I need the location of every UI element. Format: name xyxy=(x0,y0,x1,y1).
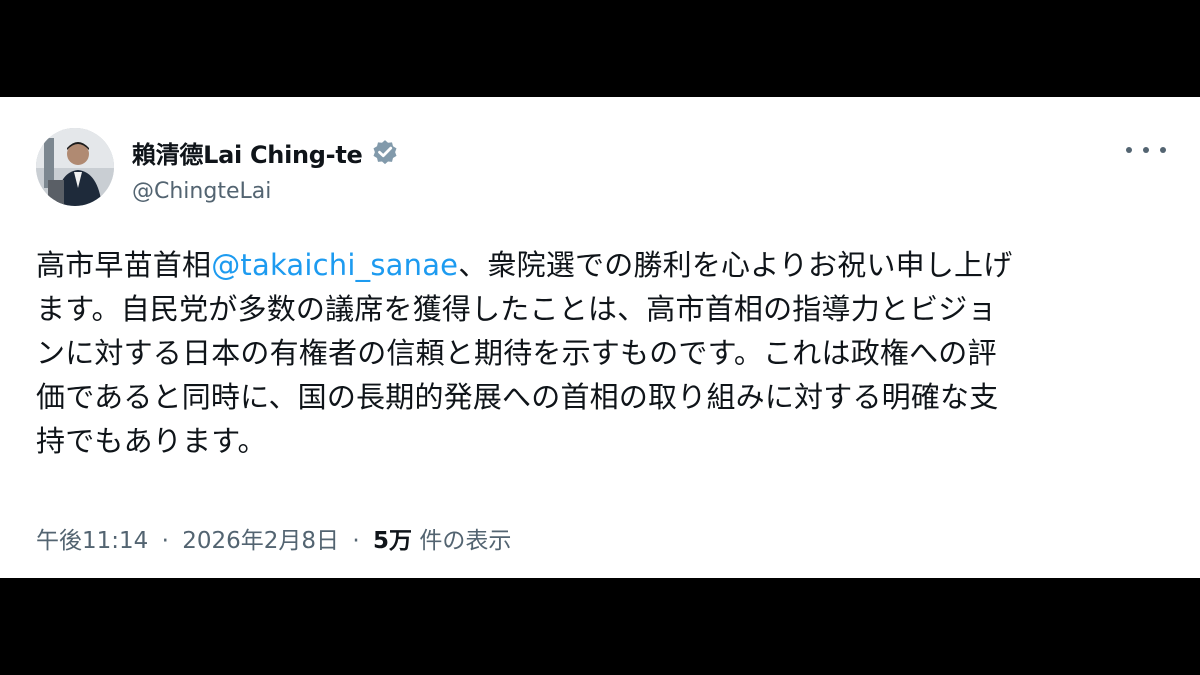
post-text-segment: 、衆院選での勝利を心よりお祝い申し上げ xyxy=(458,248,1013,282)
post-text-segment: 高市早苗首相 xyxy=(36,248,212,282)
display-name[interactable]: 賴清德Lai Ching-te xyxy=(132,135,363,170)
letterbox-top xyxy=(0,0,1200,97)
post-meta: 午後11:14 · 2026年2月8日 · 5万 件の表示 xyxy=(36,521,511,555)
views-count: 5万 xyxy=(372,528,412,554)
post-date[interactable]: 2026年2月8日 xyxy=(182,528,339,554)
more-options-dot xyxy=(1160,147,1166,153)
verified-badge-icon xyxy=(370,137,400,167)
post-text-line: 高市早苗首相@takaichi_sanae、衆院選での勝利を心よりお祝い申し上げ xyxy=(36,243,1166,287)
letterbox-bottom xyxy=(0,578,1200,675)
meta-separator: · xyxy=(161,528,169,554)
post-time[interactable]: 午後11:14 xyxy=(36,528,148,554)
post-text-line: ます。自民党が多数の議席を獲得したことは、高市首相の指導力とビジョ xyxy=(36,292,997,326)
meta-separator: · xyxy=(352,528,360,554)
more-options-dot xyxy=(1143,147,1149,153)
post-text: 高市早苗首相@takaichi_sanae、衆院選での勝利を心よりお祝い申し上げ… xyxy=(36,243,1166,463)
more-options-icon xyxy=(1126,147,1132,153)
more-options-button[interactable] xyxy=(1126,137,1166,163)
mention-link[interactable]: @takaichi_sanae xyxy=(211,248,458,282)
post-text-line: 持でもあります。 xyxy=(36,424,267,458)
post-text-line: 価であると同時に、国の長期的発展への首相の取り組みに対する明確な支 xyxy=(36,380,999,414)
author-handle[interactable]: @ChingteLai xyxy=(132,179,271,204)
profile-photo-icon xyxy=(36,128,114,206)
author-name-row: 賴清德Lai Ching-te xyxy=(132,135,400,169)
avatar[interactable] xyxy=(36,128,114,206)
views-label: 件の表示 xyxy=(419,528,512,554)
post-text-line: ンに対する日本の有権者の信頼と期待を示すものです。これは政権への評 xyxy=(36,336,997,370)
post-card: 賴清德Lai Ching-te @ChingteLai 高市早苗首相@takai… xyxy=(0,97,1200,578)
